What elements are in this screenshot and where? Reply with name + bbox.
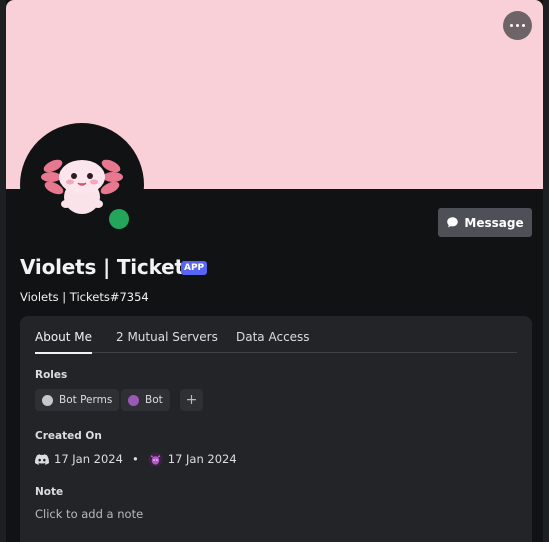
tab-data-access[interactable]: Data Access: [236, 330, 310, 353]
role-bot[interactable]: Bot: [121, 389, 170, 411]
tab-mutual-servers[interactable]: 2 Mutual Servers: [116, 330, 218, 353]
profile-info-card: About Me 2 Mutual Servers Data Access Ro…: [20, 316, 532, 542]
role-bot-perms[interactable]: Bot Perms: [35, 389, 120, 411]
more-dot-icon: [522, 24, 525, 27]
note-field[interactable]: Click to add a note: [35, 507, 143, 521]
discord-logo-icon: [35, 453, 49, 465]
message-button-label: Message: [464, 215, 524, 230]
tab-about-me[interactable]: About Me: [35, 330, 93, 354]
roles-heading: Roles: [35, 369, 68, 381]
created-on-row: 17 Jan 2024 • 17 Jan 2024: [35, 451, 237, 467]
date-separator: •: [131, 452, 139, 466]
server-joined-date: 17 Jan 2024: [167, 452, 237, 466]
role-color-dot: [42, 394, 53, 406]
online-status-indicator: [109, 209, 129, 229]
message-button[interactable]: Message: [438, 208, 532, 237]
role-name: Bot: [145, 394, 163, 406]
more-dot-icon: [516, 24, 519, 27]
backdrop-right: [543, 0, 549, 542]
profile-tabs: About Me 2 Mutual Servers Data Access: [35, 330, 517, 354]
role-name: Bot Perms: [59, 394, 113, 406]
app-badge: APP: [181, 261, 208, 275]
more-options-button[interactable]: [503, 11, 532, 40]
note-heading: Note: [35, 486, 64, 498]
add-role-button[interactable]: +: [180, 389, 203, 411]
username[interactable]: Violets | Tickets#7354: [20, 290, 149, 304]
created-on-heading: Created On: [35, 430, 102, 442]
chat-bubble-icon: [447, 217, 459, 228]
display-name: Violets | Tickets: [20, 255, 196, 279]
server-icon: [148, 451, 163, 467]
discord-created-date: 17 Jan 2024: [54, 452, 123, 466]
role-color-dot: [128, 394, 139, 406]
more-dot-icon: [510, 24, 513, 27]
user-profile-popout: Message Violets | Tickets APP Violets | …: [6, 0, 543, 542]
